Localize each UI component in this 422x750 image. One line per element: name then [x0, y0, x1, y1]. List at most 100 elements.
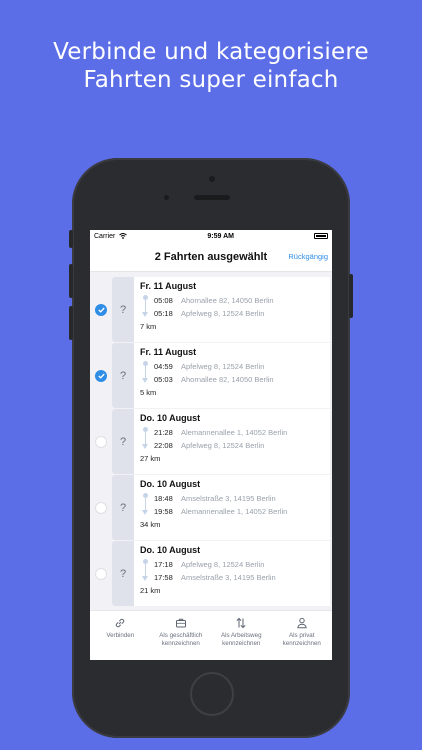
trip-stops: 17:18 Apfelweg 8, 12524 Berlin 17:58 Ams… — [140, 558, 330, 584]
marketing-headline: Verbinde und kategorisiere Fahrten super… — [0, 38, 422, 94]
arrows-up-down-icon — [236, 617, 246, 629]
trip-date: Do. 10 August — [140, 479, 201, 489]
start-time: 04:59 — [154, 362, 173, 371]
undo-button[interactable]: Rückgängig — [288, 252, 328, 261]
trip-distance: 21 km — [140, 586, 161, 595]
route-arrow-icon — [142, 576, 148, 581]
mark-business-button[interactable]: Als geschäftlich kennzeichnen — [151, 617, 212, 660]
action-toolbar: Verbinden Als geschäftlich kennzeichnen … — [90, 610, 332, 660]
trip-start: 21:28 Alemannenallee 1, 14052 Berlin — [154, 426, 330, 439]
route-arrow-icon — [142, 378, 148, 383]
trip-end: 19:58 Alemannenallee 1, 14052 Berlin — [154, 505, 330, 518]
trip-card: ? Fr. 11 August 04:59 Apfelweg 8, 12524 … — [112, 343, 330, 408]
end-time: 19:58 — [154, 507, 173, 516]
select-checkbox[interactable] — [95, 369, 107, 382]
connect-label: Verbinden — [106, 632, 135, 639]
trip-date: Do. 10 August — [140, 413, 201, 423]
trip-stops: 05:08 Ahornallee 82, 14050 Berlin 05:18 … — [140, 294, 330, 320]
trip-start: 18:48 Amselstraße 3, 14195 Berlin — [154, 492, 330, 505]
category-label: ? — [119, 567, 127, 580]
home-button[interactable] — [190, 672, 234, 716]
trip-row[interactable]: ? Do. 10 August 18:48 Amselstraße 3, 141… — [90, 475, 332, 540]
trip-row[interactable]: ? Fr. 11 August 04:59 Apfelweg 8, 12524 … — [90, 343, 332, 408]
proximity-sensor — [164, 195, 169, 200]
phone-frame: Carrier 9:59 AM 2 Fahrten ausgewählt Rüc… — [69, 158, 353, 738]
trip-start: 05:08 Ahornallee 82, 14050 Berlin — [154, 294, 330, 307]
category-indicator: ? — [112, 409, 134, 474]
trip-stops: 18:48 Amselstraße 3, 14195 Berlin 19:58 … — [140, 492, 330, 518]
volume-up-button — [69, 264, 73, 298]
nav-bar: 2 Fahrten ausgewählt Rückgängig — [90, 242, 332, 272]
end-address: Alemannenallee 1, 14052 Berlin — [181, 507, 288, 516]
status-time: 9:59 AM — [207, 232, 234, 240]
trip-distance: 27 km — [140, 454, 161, 463]
link-icon — [116, 618, 125, 628]
category-label: ? — [119, 303, 127, 316]
connect-button[interactable]: Verbinden — [90, 617, 151, 660]
trip-distance: 34 km — [140, 520, 161, 529]
mark-business-label: Als geschäftlich kennzeichnen — [159, 632, 203, 647]
select-cell — [90, 541, 112, 606]
carrier-text: Carrier — [94, 232, 116, 240]
category-label: ? — [119, 369, 127, 382]
trip-row[interactable]: ? Do. 10 August 21:28 Alemannenallee 1, … — [90, 409, 332, 474]
category-indicator: ? — [112, 541, 134, 606]
select-checkbox[interactable] — [95, 435, 107, 448]
mark-private-label: Als privat kennzeichnen — [282, 632, 321, 647]
mark-private-button[interactable]: Als privat kennzeichnen — [272, 617, 333, 660]
front-camera — [209, 176, 215, 182]
mute-switch — [69, 230, 73, 248]
start-address: Ahornallee 82, 14050 Berlin — [181, 296, 274, 305]
checkmark-icon — [97, 373, 105, 379]
trip-row[interactable]: ? Do. 10 August 17:18 Apfelweg 8, 12524 … — [90, 541, 332, 606]
trip-stops: 04:59 Apfelweg 8, 12524 Berlin 05:03 Aho… — [140, 360, 330, 386]
route-arrow-icon — [142, 312, 148, 317]
route-arrow-icon — [142, 444, 148, 449]
end-address: Apfelweg 8, 12524 Berlin — [181, 309, 265, 318]
select-checkbox[interactable] — [95, 501, 107, 514]
status-bar: Carrier 9:59 AM — [90, 230, 332, 242]
trip-date: Do. 10 August — [140, 545, 201, 555]
category-label: ? — [119, 435, 127, 448]
select-checkbox[interactable] — [95, 567, 107, 580]
start-time: 21:28 — [154, 428, 173, 437]
nav-title: 2 Fahrten ausgewählt — [154, 250, 268, 263]
headline-line-2: Fahrten super einfach — [83, 67, 339, 93]
select-cell — [90, 277, 112, 342]
end-time: 05:18 — [154, 309, 173, 318]
app-screen: Carrier 9:59 AM 2 Fahrten ausgewählt Rüc… — [90, 230, 332, 660]
trip-end: 22:08 Apfelweg 8, 12524 Berlin — [154, 439, 330, 452]
trip-content: Do. 10 August 17:18 Apfelweg 8, 12524 Be… — [134, 541, 330, 606]
trip-card: ? Do. 10 August 18:48 Amselstraße 3, 141… — [112, 475, 330, 540]
category-label: ? — [119, 501, 127, 514]
power-button — [349, 274, 353, 318]
route-arrow-icon — [142, 510, 148, 515]
end-address: Ahornallee 82, 14050 Berlin — [181, 375, 274, 384]
start-address: Apfelweg 8, 12524 Berlin — [181, 560, 265, 569]
trip-content: Fr. 11 August 05:08 Ahornallee 82, 14050… — [134, 277, 330, 342]
end-time: 17:58 — [154, 573, 173, 582]
briefcase-icon — [175, 618, 186, 628]
select-checkbox[interactable] — [95, 303, 107, 316]
mark-commute-button[interactable]: Als Arbeitsweg kennzeichnen — [211, 617, 272, 660]
mark-commute-label: Als Arbeitsweg kennzeichnen — [220, 632, 262, 647]
trip-start: 04:59 Apfelweg 8, 12524 Berlin — [154, 360, 330, 373]
battery-icon — [314, 233, 328, 239]
trip-end: 05:18 Apfelweg 8, 12524 Berlin — [154, 307, 330, 320]
wifi-icon — [119, 232, 128, 239]
trip-end: 17:58 Amselstraße 3, 14195 Berlin — [154, 571, 330, 584]
start-time: 05:08 — [154, 296, 173, 305]
volume-down-button — [69, 306, 73, 340]
person-icon — [297, 617, 307, 629]
trip-row[interactable]: ? Fr. 11 August 05:08 Ahornallee 82, 140… — [90, 277, 332, 342]
select-cell — [90, 409, 112, 474]
end-address: Amselstraße 3, 14195 Berlin — [181, 573, 276, 582]
trip-stops: 21:28 Alemannenallee 1, 14052 Berlin 22:… — [140, 426, 330, 452]
start-address: Alemannenallee 1, 14052 Berlin — [181, 428, 288, 437]
trip-distance: 5 km — [140, 388, 157, 397]
trip-list: ? Fr. 11 August 05:08 Ahornallee 82, 140… — [90, 272, 332, 606]
headline-line-1: Verbinde und kategorisiere — [53, 39, 369, 65]
trip-end: 05:03 Ahornallee 82, 14050 Berlin — [154, 373, 330, 386]
trip-date: Fr. 11 August — [140, 347, 197, 357]
category-indicator: ? — [112, 277, 134, 342]
